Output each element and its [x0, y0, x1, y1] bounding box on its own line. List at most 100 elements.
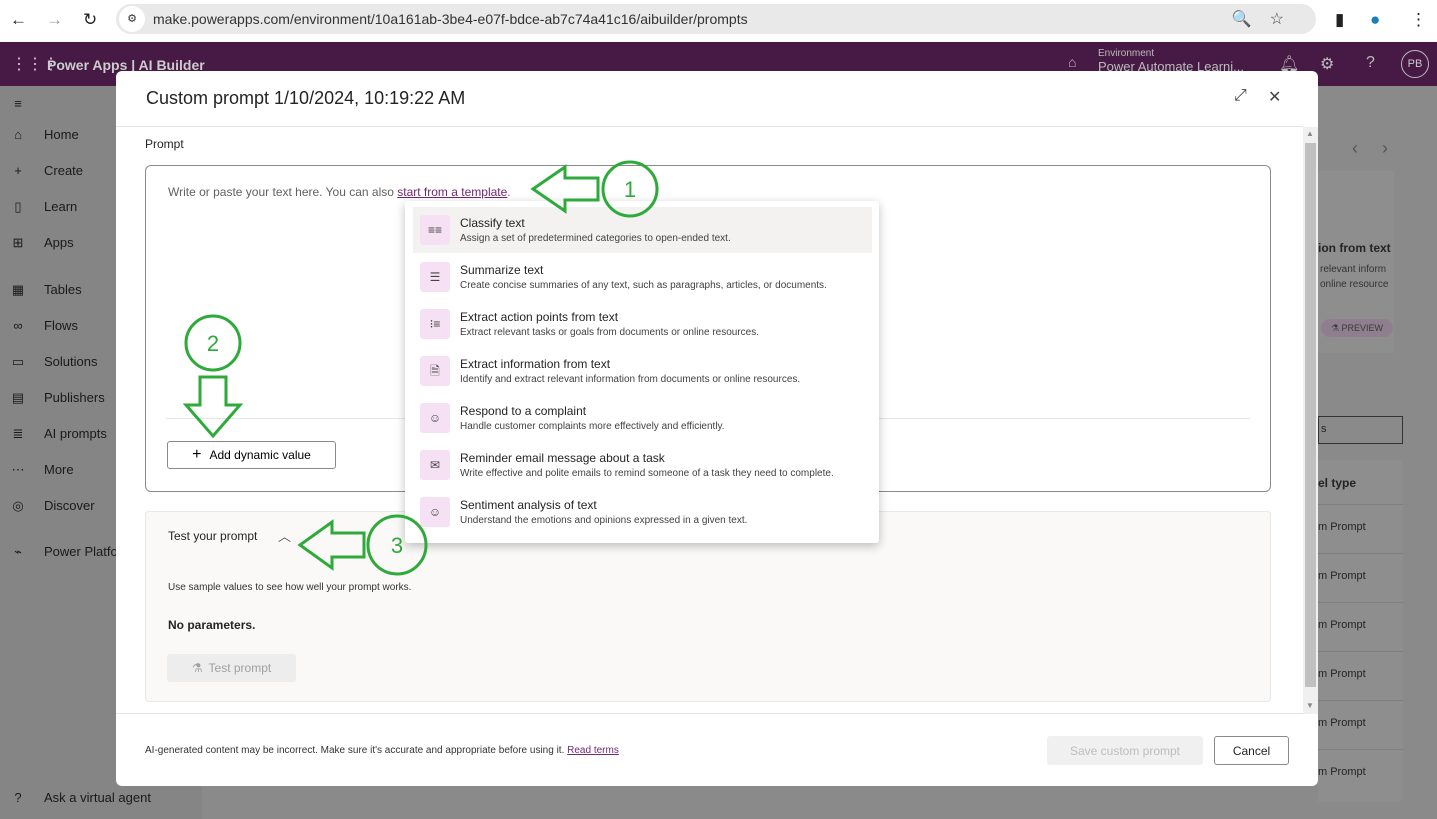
template-item[interactable]: ≡≡ Classify text Assign a set of predeterm…	[413, 207, 872, 253]
close-icon[interactable]: ✕	[1268, 87, 1281, 107]
test-prompt-button[interactable]: ⚗ Test prompt	[167, 654, 296, 682]
cell: m Prompt	[1318, 619, 1366, 631]
template-item[interactable]: ⁝≡ Extract action points from text Extract…	[413, 301, 872, 347]
card-desc: online resource	[1320, 279, 1389, 290]
sidebar-item-power-platfo[interactable]: ⌁ Power Platfo	[10, 544, 118, 560]
sidebar-item-apps[interactable]: ⊞ Apps	[10, 235, 74, 251]
template-description: Extract relevant tasks or goals from doc…	[460, 327, 760, 338]
dialog-title: Custom prompt 1/10/2024, 10:19:22 AM	[146, 88, 466, 108]
home-icon: ⌂	[14, 127, 22, 142]
sidebar-item-publishers[interactable]: ▤ Publishers	[10, 390, 105, 406]
site-info-icon[interactable]: ⚙	[119, 6, 145, 32]
test-header: Test your prompt	[168, 529, 258, 543]
scroll-up-icon[interactable]: ▲	[1306, 129, 1314, 138]
sidebar-item-label: Solutions	[44, 354, 98, 369]
next-icon[interactable]: ›	[1382, 138, 1388, 159]
card-desc: relevant inform	[1320, 264, 1387, 275]
sidebar-item-label: AI prompts	[44, 426, 107, 441]
table-row[interactable]: m Prompt	[1318, 602, 1403, 651]
table-icon: ▦	[11, 282, 25, 297]
help-icon[interactable]: ?	[1366, 54, 1375, 72]
template-item[interactable]: ✉ Reminder email message about a task Writ…	[413, 442, 872, 488]
template-item[interactable]: 🗎 Extract information from text Identify a…	[413, 348, 872, 394]
label: Ask a virtual agent	[44, 790, 151, 805]
sidebar-item-label: Discover	[44, 498, 95, 513]
sidebar-item-create[interactable]: + Create	[10, 163, 83, 178]
column-header: el type	[1318, 476, 1357, 490]
search-input[interactable]: s	[1318, 416, 1403, 444]
template-item[interactable]: ☰ Summarize text Create concise summaries …	[413, 254, 872, 300]
apps-icon: ⊞	[12, 235, 24, 250]
prev-icon[interactable]: ‹	[1352, 138, 1358, 159]
table-row[interactable]: m Prompt	[1318, 700, 1403, 749]
template-title: Sentiment analysis of text	[460, 498, 597, 512]
sidebar-item-ai-prompts[interactable]: ≣ AI prompts	[10, 426, 107, 442]
scrollbar[interactable]: ▲ ▼	[1303, 127, 1318, 714]
scrollbar-thumb[interactable]	[1305, 143, 1316, 687]
sidepanel-icon[interactable]: ▮	[1335, 10, 1344, 30]
menu-icon[interactable]: ⋮	[1410, 10, 1427, 30]
browser-toolbar: ← → ↻ ⚙ make.powerapps.com/environment/1…	[0, 0, 1437, 42]
hamburger-icon[interactable]: ≡	[10, 96, 26, 111]
table-row[interactable]: m Prompt	[1318, 504, 1403, 553]
mail-clock-icon: ✉	[420, 450, 450, 480]
sidebar-item-home[interactable]: ⌂ Home	[10, 127, 79, 142]
profile-icon[interactable]: ●	[1370, 10, 1380, 30]
back-icon[interactable]: ←	[10, 10, 27, 30]
sidebar-item-label: Home	[44, 127, 79, 142]
zoom-bookmark-icons[interactable]: 🔍☆	[1232, 9, 1302, 29]
cancel-button[interactable]: Cancel	[1214, 736, 1289, 765]
sidebar-item-discover[interactable]: ◎ Discover	[10, 498, 95, 514]
more-icon: ⋯	[11, 462, 25, 477]
ai-prompts-icon: ≣	[12, 426, 24, 441]
chevron-up-icon[interactable]: ︿	[278, 526, 291, 545]
reload-icon[interactable]: ↻	[83, 10, 97, 30]
template-item[interactable]: ☺ Respond to a complaint Handle customer c…	[413, 395, 872, 441]
address-bar[interactable]: ⚙ make.powerapps.com/environment/10a161a…	[116, 4, 1316, 34]
disclaimer: AI-generated content may be incorrect. M…	[145, 745, 619, 756]
avatar[interactable]: PB	[1401, 50, 1429, 78]
expand-icon[interactable]: ⤢	[1234, 87, 1247, 105]
template-description: Assign a set of predetermined categories…	[460, 233, 731, 244]
forward-icon[interactable]: →	[46, 10, 63, 30]
table-row[interactable]: m Prompt	[1318, 651, 1403, 700]
disclaimer-text: AI-generated content may be incorrect. M…	[145, 745, 568, 756]
test-description: Use sample values to see how well your p…	[168, 582, 412, 593]
sidebar-item-solutions[interactable]: ▭ Solutions	[10, 354, 98, 370]
sidebar-item-label: Flows	[44, 318, 78, 333]
power-platform-icon: ⌁	[14, 544, 22, 559]
template-title: Summarize text	[460, 263, 544, 277]
scroll-down-icon[interactable]: ▼	[1306, 701, 1314, 710]
sidebar-item-label: Apps	[44, 235, 74, 250]
plus-icon: +	[192, 446, 202, 463]
solutions-icon: ▭	[11, 354, 25, 369]
template-description: Handle customer complaints more effectiv…	[460, 421, 725, 432]
divider	[116, 713, 1303, 714]
table-row[interactable]: m Prompt	[1318, 749, 1403, 798]
sidebar-item-learn[interactable]: ▯ Learn	[10, 199, 77, 215]
sidebar-item-label: Learn	[44, 199, 78, 214]
add-dynamic-value-button[interactable]: + Add dynamic value	[167, 441, 336, 469]
ask-virtual-agent[interactable]: ? Ask a virtual agent	[10, 790, 151, 805]
table-row[interactable]: m Prompt	[1318, 553, 1403, 602]
person-feedback-icon: ☺	[420, 403, 450, 433]
placeholder-text: Write or paste your text here. You can a…	[168, 185, 398, 199]
publisher-icon: ▤	[11, 390, 25, 405]
emoji-icon: ☺	[420, 497, 450, 527]
start-from-template-link[interactable]: start from a template	[397, 185, 507, 199]
save-custom-prompt-button[interactable]: Save custom prompt	[1047, 736, 1203, 765]
template-item[interactable]: ☺ Sentiment analysis of text Understand th…	[413, 489, 872, 535]
sidebar-item-tables[interactable]: ▦ Tables	[10, 282, 82, 298]
document-icon: 🗎	[420, 356, 450, 386]
sidebar-item-more[interactable]: ⋯ More	[10, 462, 74, 478]
template-title: Reminder email message about a task	[460, 451, 665, 465]
url-text[interactable]: make.powerapps.com/environment/10a161ab-…	[153, 11, 748, 27]
read-terms-link[interactable]: Read terms	[567, 745, 619, 756]
sidebar-item-flows[interactable]: ∞ Flows	[10, 318, 78, 333]
environment-icon: ⌂	[1068, 54, 1077, 70]
plus-icon: +	[14, 163, 22, 178]
gear-icon[interactable]: ⚙	[1320, 54, 1334, 74]
template-description: Understand the emotions and opinions exp…	[460, 515, 748, 526]
cell: m Prompt	[1318, 766, 1366, 778]
template-title: Extract information from text	[460, 357, 611, 371]
